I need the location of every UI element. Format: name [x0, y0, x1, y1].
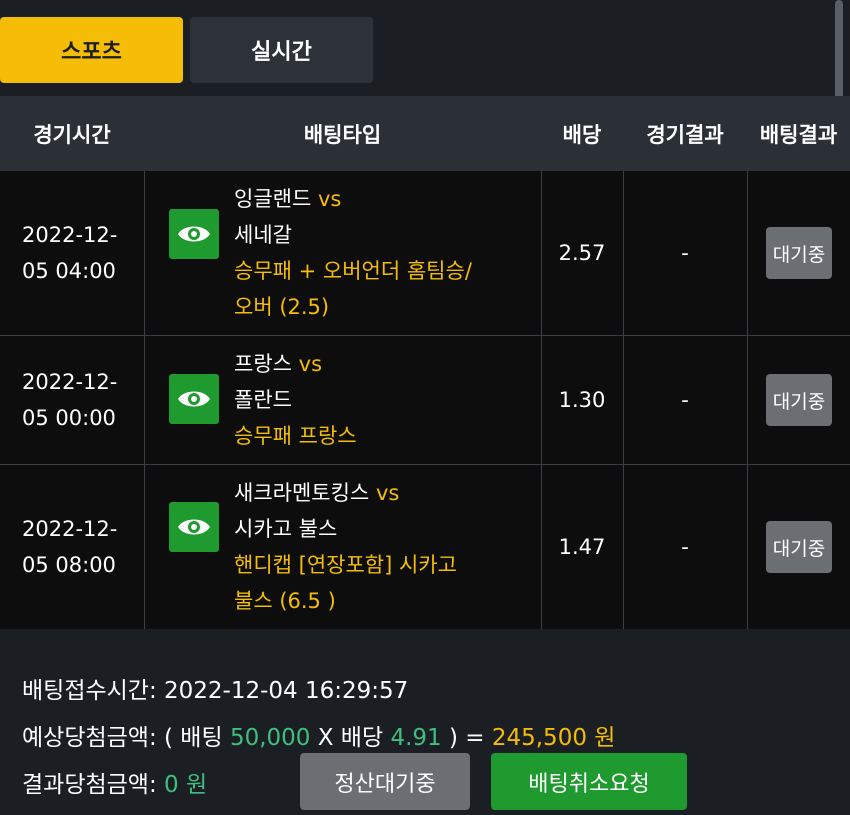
bet-info: 새크라멘토킹스 vs 시카고 불스 핸디캡 [연장포함] 시카고 불스 (6.5… — [234, 475, 524, 619]
table-row: 2022-12- 05 04:00 잉글랜드 vs 세네갈 승무패 + 오버언더… — [0, 171, 850, 335]
table-row: 2022-12- 05 08:00 새크라멘토킹스 vs 시카고 불스 핸디캡 … — [0, 465, 850, 629]
bet-type-line: 오버 (2.5) — [234, 295, 330, 319]
bet-info: 프랑스 vs 폴란드 승무패 프랑스 — [234, 346, 524, 454]
tab-live[interactable]: 실시간 — [190, 17, 373, 83]
home-team: 잉글랜드 — [234, 187, 312, 211]
status-badge: 대기중 — [766, 374, 832, 426]
bet-type-line: 승무패 + 오버언더 홈팀승/ — [234, 259, 472, 283]
cancel-request-button[interactable]: 배팅취소요청 — [491, 753, 687, 810]
table-header: 경기시간 배팅타입 배당 경기결과 배팅결과 — [0, 96, 850, 171]
row-date: 2022-12- — [22, 223, 118, 247]
table-row: 2022-12- 05 00:00 프랑스 vs 폴란드 승무패 프랑스 1.3… — [0, 336, 850, 464]
eye-icon[interactable] — [169, 209, 219, 259]
settle-wait-button[interactable]: 정산대기중 — [300, 753, 470, 810]
away-team: 시카고 불스 — [234, 517, 338, 541]
received-time: 배팅접수시간: 2022-12-04 16:29:57 — [22, 678, 409, 704]
stake-amount: 50,000 — [229, 725, 311, 751]
row-time: 05 04:00 — [22, 259, 116, 283]
header-bet-result: 배팅결과 — [759, 122, 838, 147]
header-time: 경기시간 — [33, 122, 111, 147]
tab-sports[interactable]: 스포츠 — [0, 17, 183, 83]
bet-type-line: 불스 (6.5 ) — [234, 589, 336, 613]
header-bet-type: 배팅타입 — [303, 122, 382, 147]
bet-info: 잉글랜드 vs 세네갈 승무패 + 오버언더 홈팀승/ 오버 (2.5) — [234, 181, 524, 325]
eye-icon[interactable] — [169, 374, 219, 424]
eye-icon[interactable] — [169, 502, 219, 552]
total-odds: 4.91 — [390, 725, 442, 751]
expected-amount: 245,500 원 — [491, 725, 616, 751]
row-game-result: - — [681, 535, 689, 559]
row-odds: 1.30 — [558, 388, 606, 412]
result-winnings: 결과당첨금액: 0 원 — [22, 772, 208, 798]
expected-winnings: 예상당첨금액: ( 배팅 50,000 X 배당 4.91 ) = 245,50… — [22, 725, 616, 751]
vs-label: vs — [298, 352, 323, 376]
row-time: 05 00:00 — [22, 406, 116, 430]
row-date: 2022-12- — [22, 370, 118, 394]
row-time: 05 08:00 — [22, 553, 116, 577]
bet-type-line: 승무패 프랑스 — [234, 424, 357, 448]
row-date: 2022-12- — [22, 517, 118, 541]
bet-type-line: 핸디캡 [연장포함] 시카고 — [234, 553, 457, 577]
row-odds: 1.47 — [558, 535, 606, 559]
home-team: 새크라멘토킹스 — [234, 481, 370, 505]
header-game-result: 경기결과 — [646, 122, 724, 147]
header-odds: 배당 — [562, 122, 602, 147]
row-odds: 2.57 — [558, 241, 606, 265]
tab-bar: 스포츠 실시간 — [0, 0, 850, 96]
status-badge: 대기중 — [766, 227, 832, 279]
home-team: 프랑스 — [234, 352, 292, 376]
result-amount: 0 원 — [164, 772, 208, 798]
vs-label: vs — [375, 481, 400, 505]
away-team: 폴란드 — [234, 388, 292, 412]
away-team: 세네갈 — [234, 223, 292, 247]
row-game-result: - — [681, 241, 689, 265]
vs-label: vs — [317, 187, 342, 211]
status-badge: 대기중 — [766, 521, 832, 573]
row-game-result: - — [681, 388, 689, 412]
